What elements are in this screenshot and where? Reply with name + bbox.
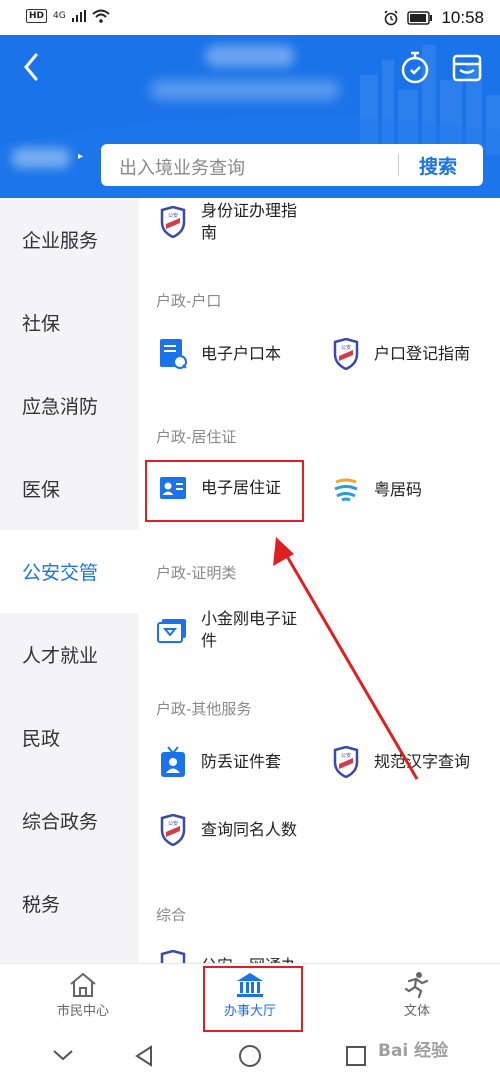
service-label: 规范汉字查询 xyxy=(374,752,471,771)
nav-collapse-icon[interactable] xyxy=(52,1048,74,1062)
service-label: 户口登记指南 xyxy=(374,344,471,363)
status-bar: HD 4G 10:58 xyxy=(0,0,500,35)
header: ▸ 出入境业务查询 搜索 xyxy=(0,35,500,198)
wallet-icon[interactable] xyxy=(452,53,482,83)
tab-culture-sports[interactable]: 文体 xyxy=(362,972,472,1019)
tab-label: 市民中心 xyxy=(56,1004,109,1019)
running-figure-icon xyxy=(404,972,429,998)
section-title-certificate: 户政-证明类 xyxy=(156,564,237,582)
nav-back-icon[interactable] xyxy=(133,1044,155,1068)
certificate-icon xyxy=(157,619,186,643)
police-badge-icon: 公安 xyxy=(160,814,186,846)
service-cut-off[interactable]: 公安一网通办 xyxy=(159,950,297,963)
nav-home-icon[interactable] xyxy=(238,1044,262,1068)
service-standard-chinese-lookup[interactable]: 公安 规范汉字查询 xyxy=(332,746,470,778)
sidebar-item-enterprise[interactable]: 企业服务 xyxy=(0,198,139,281)
badge-holder-icon xyxy=(161,746,185,777)
svg-text:公安: 公安 xyxy=(168,212,178,219)
battery-icon xyxy=(407,11,433,25)
tab-highlight-box xyxy=(203,966,303,1032)
highlight-box xyxy=(145,460,304,522)
search-placeholder[interactable]: 出入境业务查询 xyxy=(119,154,245,180)
hd-badge: HD xyxy=(26,9,48,23)
network-type: 4G xyxy=(53,11,66,21)
sidebar-item-emergency[interactable]: 应急消防 xyxy=(0,364,139,447)
city-dropdown-arrow-icon: ▸ xyxy=(78,151,84,162)
sidebar-item-civil-affairs[interactable]: 民政 xyxy=(0,696,139,779)
signal-icon xyxy=(71,10,86,22)
service-same-name-query[interactable]: 公安 查询同名人数 xyxy=(159,814,297,846)
section-title-residence: 户政-居住证 xyxy=(156,428,237,446)
sidebar-item-medical-insurance[interactable]: 医保 xyxy=(0,447,139,530)
search-divider xyxy=(398,154,399,176)
tab-label: 文体 xyxy=(403,1004,430,1019)
category-sidebar: 企业服务 社保 应急消防 医保 公安交管 人才就业 民政 综合政务 税务 xyxy=(0,198,139,963)
tab-citizen-center[interactable]: 市民中心 xyxy=(28,972,138,1019)
service-label-line2: 南 xyxy=(201,223,218,242)
police-badge-icon xyxy=(160,950,186,963)
service-label-line1: 身份证办理指 xyxy=(201,201,298,220)
alarm-icon xyxy=(384,10,399,26)
sidebar-item-social-security[interactable]: 社保 xyxy=(0,281,139,364)
svg-text:公安: 公安 xyxy=(341,344,351,351)
service-label-line2: 件 xyxy=(201,631,218,650)
section-title-other: 户政-其他服务 xyxy=(156,700,252,718)
service-jingang-e-certificate[interactable]: 小金刚电子证件 xyxy=(157,608,297,652)
clock: 10:58 xyxy=(441,8,484,27)
police-badge-icon: 公安 xyxy=(160,206,186,238)
service-label: 查询同名人数 xyxy=(201,820,298,839)
sidebar-item-public-security[interactable]: 公安交管 xyxy=(0,530,139,613)
search-button[interactable]: 搜索 xyxy=(419,152,457,179)
back-arrow-icon[interactable] xyxy=(20,51,44,83)
police-badge-icon: 公安 xyxy=(333,338,359,370)
police-badge-icon: 公安 xyxy=(333,746,359,778)
home-icon xyxy=(70,972,96,997)
section-title-household: 户政-户口 xyxy=(156,292,222,310)
service-label: 粤居码 xyxy=(374,480,423,499)
sidebar-item-tax[interactable]: 税务 xyxy=(0,862,139,945)
nav-recents-icon[interactable] xyxy=(346,1046,366,1066)
blurred-subtitle xyxy=(150,80,340,100)
blurred-title xyxy=(205,45,295,67)
service-household-registration-guide[interactable]: 公安 户口登记指南 xyxy=(332,338,470,370)
search-bar[interactable]: 出入境业务查询 搜索 xyxy=(101,144,483,186)
service-electronic-household-book[interactable]: 电子户口本 xyxy=(159,338,281,370)
service-id-card-guide[interactable]: 公安 身份证办理指南 xyxy=(159,200,297,244)
service-anti-loss-card-sleeve[interactable]: 防丢证件套 xyxy=(159,746,281,778)
service-yue-residence-code[interactable]: 粤居码 xyxy=(332,476,422,504)
blurred-city-selector[interactable] xyxy=(12,148,70,168)
service-label-line1: 小金刚电子证 xyxy=(201,609,298,628)
service-label: 电子户口本 xyxy=(201,344,282,363)
service-label: 公安一网通办 xyxy=(201,955,297,963)
timer-icon[interactable] xyxy=(399,51,431,85)
section-title-general: 综合 xyxy=(156,906,187,924)
baidu-watermark: Bai 经验 xyxy=(378,1041,449,1061)
sidebar-item-general-affairs[interactable]: 综合政务 xyxy=(0,779,139,862)
service-label: 防丢证件套 xyxy=(201,752,282,771)
service-list: 公安 身份证办理指南 户政-户口 电子户口本 公安 户口登记指南 户政-居住证 … xyxy=(139,198,500,963)
yue-logo-icon xyxy=(334,478,358,502)
wifi-icon xyxy=(92,9,110,23)
svg-text:公安: 公安 xyxy=(168,820,178,827)
svg-text:公安: 公安 xyxy=(341,752,351,759)
sidebar-item-talent-employment[interactable]: 人才就业 xyxy=(0,613,139,696)
household-book-icon xyxy=(160,339,187,369)
